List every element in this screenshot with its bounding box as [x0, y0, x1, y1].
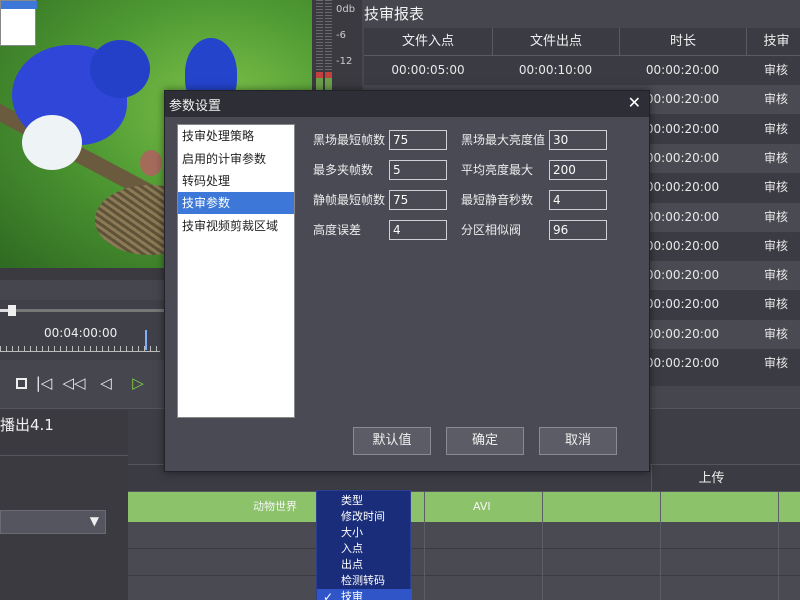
category-transcode[interactable]: 转码处理: [178, 170, 294, 192]
report-header-in[interactable]: 文件入点: [364, 28, 492, 56]
report-cell: 审核: [763, 150, 788, 165]
menu-item-modified-time[interactable]: 修改时间: [317, 509, 412, 525]
audio-meter-bar-left: [316, 0, 323, 92]
menu-item-tech-review[interactable]: ✓ 技审: [317, 589, 412, 600]
avg-brightness-max-input[interactable]: 200: [549, 160, 607, 180]
report-cell: 审核: [763, 297, 788, 312]
menu-item-size[interactable]: 大小: [317, 525, 412, 541]
report-cell: 审核: [763, 238, 788, 253]
file-table-row[interactable]: [128, 576, 800, 600]
settings-dialog: 参数设置 ✕ 技审处理策略 启用的计审参数 转码处理 技审参数 技审视频剪裁区域…: [164, 90, 650, 472]
close-icon[interactable]: ✕: [628, 93, 641, 112]
stop-icon[interactable]: [10, 372, 32, 394]
rewind-icon[interactable]: ◁◁: [60, 372, 88, 394]
height-error-input[interactable]: 4: [389, 220, 447, 240]
report-title: 技审报表: [364, 5, 425, 23]
menu-item-in-point[interactable]: 入点: [317, 541, 412, 557]
file-table-divider: [778, 492, 779, 600]
check-icon: ✓: [323, 590, 334, 600]
report-header-row: 文件入点 文件出点 时长 技审: [364, 28, 800, 56]
category-enabled-params[interactable]: 启用的计审参数: [178, 148, 294, 170]
file-format-cell: AVI: [473, 500, 491, 513]
black-max-brightness-input[interactable]: 30: [549, 130, 607, 150]
timecode-label: 00:04:00:00: [44, 326, 118, 340]
cancel-button[interactable]: 取消: [539, 427, 617, 455]
file-table-divider: [542, 492, 543, 600]
report-cell: 审核: [763, 63, 788, 77]
still-min-frames-label: 静帧最短帧数: [313, 193, 386, 207]
report-cell: 00:00:20:00: [645, 63, 720, 77]
height-error-label: 高度误差: [313, 223, 362, 237]
zone-similarity-input[interactable]: 96: [549, 220, 607, 240]
black-min-frames-input[interactable]: 75: [389, 130, 447, 150]
report-header-out[interactable]: 文件出点: [492, 28, 619, 56]
dialog-titlebar[interactable]: 参数设置 ✕: [165, 91, 649, 117]
audio-meter: 0db -6 -12: [312, 0, 362, 92]
play-icon[interactable]: ▷: [127, 372, 149, 394]
still-min-frames-input[interactable]: 75: [389, 190, 447, 210]
left-bottom-panel: [0, 408, 128, 600]
black-min-frames-label: 黑场最短帧数: [313, 133, 386, 147]
report-cell: 00:00:05:00: [391, 63, 465, 77]
step-back-icon[interactable]: ◁: [95, 372, 117, 394]
avg-brightness-max-label: 平均亮度最大: [461, 163, 534, 177]
ok-button[interactable]: 确定: [446, 427, 524, 455]
overlay-popup[interactable]: [0, 0, 37, 46]
left-panel-divider: [0, 455, 128, 456]
category-crop-area[interactable]: 技审视频剪裁区域: [178, 215, 294, 237]
timeline-ruler[interactable]: [0, 342, 160, 352]
timeline: 00:04:00:00: [0, 300, 165, 360]
scrub-track[interactable]: [0, 309, 165, 312]
max-flash-frames-label: 最多夹帧数: [313, 163, 374, 177]
report-cell: 审核: [763, 180, 788, 195]
overlay-popup-selection: [1, 1, 37, 9]
file-table-row[interactable]: [128, 549, 800, 576]
settings-category-list: 技审处理策略 启用的计审参数 转码处理 技审参数 技审视频剪裁区域: [177, 124, 295, 418]
left-panel-title: 播出4.1: [0, 416, 54, 434]
video-chick: [140, 150, 162, 176]
report-header-review[interactable]: 技审: [746, 28, 800, 56]
video-bird-left-belly: [22, 115, 82, 170]
video-bird-left-head: [90, 40, 150, 98]
chevron-down-icon: ▼: [89, 514, 99, 528]
file-table-row[interactable]: [128, 522, 800, 549]
file-table-header-upload[interactable]: 上传: [651, 465, 771, 492]
max-flash-frames-input[interactable]: 5: [389, 160, 447, 180]
file-table-divider: [660, 492, 661, 600]
zone-similarity-label: 分区相似阀: [461, 223, 522, 237]
file-name-cell: 动物世界: [253, 500, 297, 513]
report-cell: 审核: [763, 268, 788, 283]
meter-label-0db: 0db: [336, 4, 356, 15]
category-review-params[interactable]: 技审参数: [178, 192, 294, 214]
meter-label-6: -6: [336, 30, 346, 41]
file-table-row-selected[interactable]: 动物世界 AVI: [128, 492, 800, 522]
playhead-marker[interactable]: [145, 330, 147, 350]
column-context-menu: 类型 修改时间 大小 入点 出点 检测转码 ✓ 技审: [316, 490, 412, 600]
report-row[interactable]: 00:00:05:00 00:00:10:00 00:00:20:00 审核: [364, 56, 800, 85]
meter-label-12: -12: [336, 56, 353, 67]
report-header-duration[interactable]: 时长: [619, 28, 746, 56]
black-max-brightness-label: 黑场最大亮度值: [461, 133, 546, 147]
audio-meter-bar-right: [325, 0, 332, 92]
default-values-button[interactable]: 默认值: [353, 427, 431, 455]
report-cell: 审核: [763, 92, 788, 107]
skip-start-icon[interactable]: |◁: [33, 372, 55, 394]
category-review-policy[interactable]: 技审处理策略: [178, 125, 294, 147]
file-table-divider: [424, 492, 425, 600]
scrub-handle[interactable]: [8, 305, 16, 316]
menu-item-tech-review-label: 技审: [341, 590, 363, 600]
menu-item-out-point[interactable]: 出点: [317, 557, 412, 573]
dialog-title: 参数设置: [169, 99, 222, 114]
report-cell: 审核: [763, 356, 788, 370]
min-silence-seconds-input[interactable]: 4: [549, 190, 607, 210]
menu-item-detect-transcode[interactable]: 检测转码: [317, 573, 412, 589]
min-silence-seconds-label: 最短静音秒数: [461, 193, 534, 207]
report-cell: 00:00:10:00: [518, 63, 593, 77]
report-cell: 审核: [763, 326, 788, 341]
left-panel-dropdown[interactable]: ▼: [0, 510, 106, 534]
menu-item-type[interactable]: 类型: [317, 493, 412, 509]
report-cell: 审核: [763, 209, 788, 224]
report-cell: 审核: [763, 121, 788, 136]
transport-controls: |◁ ◁◁ ◁ ▷: [0, 368, 165, 398]
